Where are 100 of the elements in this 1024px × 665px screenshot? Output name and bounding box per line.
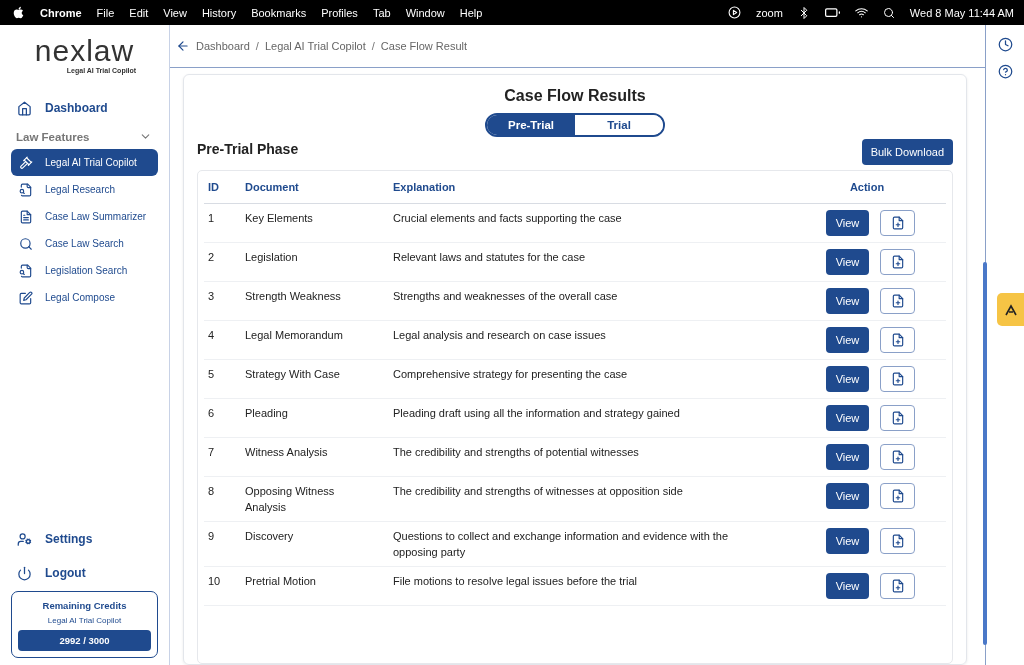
menu-item[interactable]: View	[163, 6, 187, 19]
view-button[interactable]: View	[826, 210, 869, 236]
download-button[interactable]	[880, 444, 915, 470]
apple-icon[interactable]	[12, 6, 25, 19]
file-plus-icon	[890, 255, 905, 269]
search-icon	[19, 236, 33, 251]
document-search-icon	[19, 263, 33, 278]
table-cell-text: Opposing Witness Analysis	[245, 484, 336, 515]
table-cell-text: Pretrial Motion	[245, 574, 317, 589]
view-button[interactable]: View	[826, 528, 869, 554]
column-header: Document	[245, 181, 300, 193]
menu-item[interactable]: Profiles	[321, 6, 358, 19]
power-icon	[17, 565, 32, 581]
sidebar-item[interactable]: Legal Research	[11, 176, 158, 203]
help-icon[interactable]	[997, 64, 1013, 79]
download-button[interactable]	[880, 528, 915, 554]
phase-tab[interactable]: Pre-Trial	[487, 115, 575, 135]
bulk-download-button[interactable]: Bulk Download	[861, 139, 953, 165]
table-cell-text: 8	[208, 484, 216, 499]
file-plus-icon	[890, 216, 905, 230]
table-cell-text: Legal analysis and research on case issues	[393, 328, 607, 343]
table-cell-text: Pleading	[245, 406, 289, 421]
menu-clock[interactable]: Wed 8 May 11:44 AM	[909, 6, 1014, 19]
search-icon[interactable]	[882, 6, 895, 19]
table-cell-text: Strength Weakness	[245, 289, 342, 304]
view-button[interactable]: View	[826, 288, 869, 314]
sidebar-item[interactable]: Legal AI Trial Copilot	[11, 149, 158, 176]
logout-link[interactable]: Logout	[11, 561, 158, 585]
table-cell-text: 9	[208, 529, 216, 544]
page-title: Case Flow Results	[503, 87, 647, 105]
view-button[interactable]: View	[826, 366, 869, 392]
view-button[interactable]: View	[826, 327, 869, 353]
home-icon	[17, 100, 32, 116]
back-arrow-icon[interactable]	[176, 39, 190, 53]
table-cell-text: Witness Analysis	[245, 445, 329, 460]
table-cell-text: Relevant laws and statutes for the case	[393, 250, 586, 265]
credits-title: Remaining Credits	[42, 600, 127, 611]
menu-item[interactable]: File	[96, 6, 115, 19]
download-button[interactable]	[880, 210, 915, 236]
column-header: ID	[208, 181, 220, 193]
user-gear-icon	[17, 531, 32, 547]
dashboard-link[interactable]: Dashboard	[11, 96, 158, 120]
sidebar-item[interactable]: Legal Compose	[11, 284, 158, 311]
menu-item[interactable]: History	[201, 6, 237, 19]
file-plus-icon	[890, 333, 905, 347]
triangle-icon	[1004, 303, 1017, 316]
table-cell-text: Pleading draft using all the information and strategy gained	[393, 406, 681, 421]
download-button[interactable]	[880, 573, 915, 599]
floating-button[interactable]	[997, 293, 1024, 326]
download-button[interactable]	[880, 483, 915, 509]
breadcrumb-separator: /	[255, 40, 259, 52]
table-cell-text: 1	[208, 211, 216, 226]
battery-icon[interactable]	[824, 5, 840, 20]
table-cell-text: 4	[208, 328, 216, 343]
phase-title: Pre-Trial Phase	[197, 141, 299, 157]
download-button[interactable]	[880, 366, 915, 392]
sidebar-item[interactable]: Legislation Search	[11, 257, 158, 284]
status-text[interactable]: zoom	[755, 6, 783, 19]
settings-link[interactable]: Settings	[11, 527, 158, 551]
menu-item[interactable]: Bookmarks	[251, 6, 307, 19]
view-button[interactable]: View	[826, 573, 869, 599]
view-button[interactable]: View	[826, 405, 869, 431]
download-button[interactable]	[880, 327, 915, 353]
file-plus-icon	[890, 450, 905, 464]
menu-item[interactable]: Help	[459, 6, 483, 19]
table-cell-text: Discovery	[245, 529, 295, 544]
file-plus-icon	[890, 534, 905, 548]
breadcrumb-link[interactable]: Case Flow Result	[380, 40, 468, 52]
history-icon[interactable]	[997, 37, 1013, 52]
sidebar-item[interactable]: Case Law Search	[11, 230, 158, 257]
menu-item[interactable]: Window	[405, 6, 445, 19]
document-icon	[19, 209, 33, 224]
circle-icon[interactable]	[727, 6, 741, 19]
view-button[interactable]: View	[826, 444, 869, 470]
menu-item[interactable]: Chrome	[40, 6, 82, 19]
view-button[interactable]: View	[826, 249, 869, 275]
document-pen-icon	[19, 290, 33, 305]
download-button[interactable]	[880, 288, 915, 314]
table-cell-text: Crucial elements and facts supporting the case	[393, 211, 623, 226]
section-toggle[interactable]: Law Features	[11, 130, 158, 143]
file-plus-icon	[890, 411, 905, 425]
breadcrumb-link[interactable]: Dashboard	[196, 40, 250, 52]
table-cell-text: File motions to resolve legal issues before the trial	[393, 574, 638, 589]
download-button[interactable]	[880, 405, 915, 431]
sidebar-item[interactable]: Case Law Summarizer	[11, 203, 158, 230]
view-button[interactable]: View	[826, 483, 869, 509]
menu-item[interactable]: Edit	[129, 6, 149, 19]
breadcrumb-link[interactable]: Legal AI Trial Copilot	[264, 40, 366, 52]
file-plus-icon	[890, 489, 905, 503]
table-cell-text: The credibility and strengths of witnesses at opposition side	[393, 484, 684, 499]
table-cell-text: Comprehensive strategy for presenting the case	[393, 367, 629, 382]
document-search-icon	[19, 182, 33, 197]
download-button[interactable]	[880, 249, 915, 275]
gavel-icon	[19, 155, 33, 170]
table-cell-text: 3	[208, 289, 216, 304]
wifi-icon[interactable]	[854, 6, 868, 19]
menu-item[interactable]: Tab	[372, 6, 391, 19]
table-cell-text: Key Elements	[245, 211, 314, 226]
column-header: Explanation	[393, 181, 457, 193]
credits-value: 2992 / 3000	[18, 630, 151, 651]
